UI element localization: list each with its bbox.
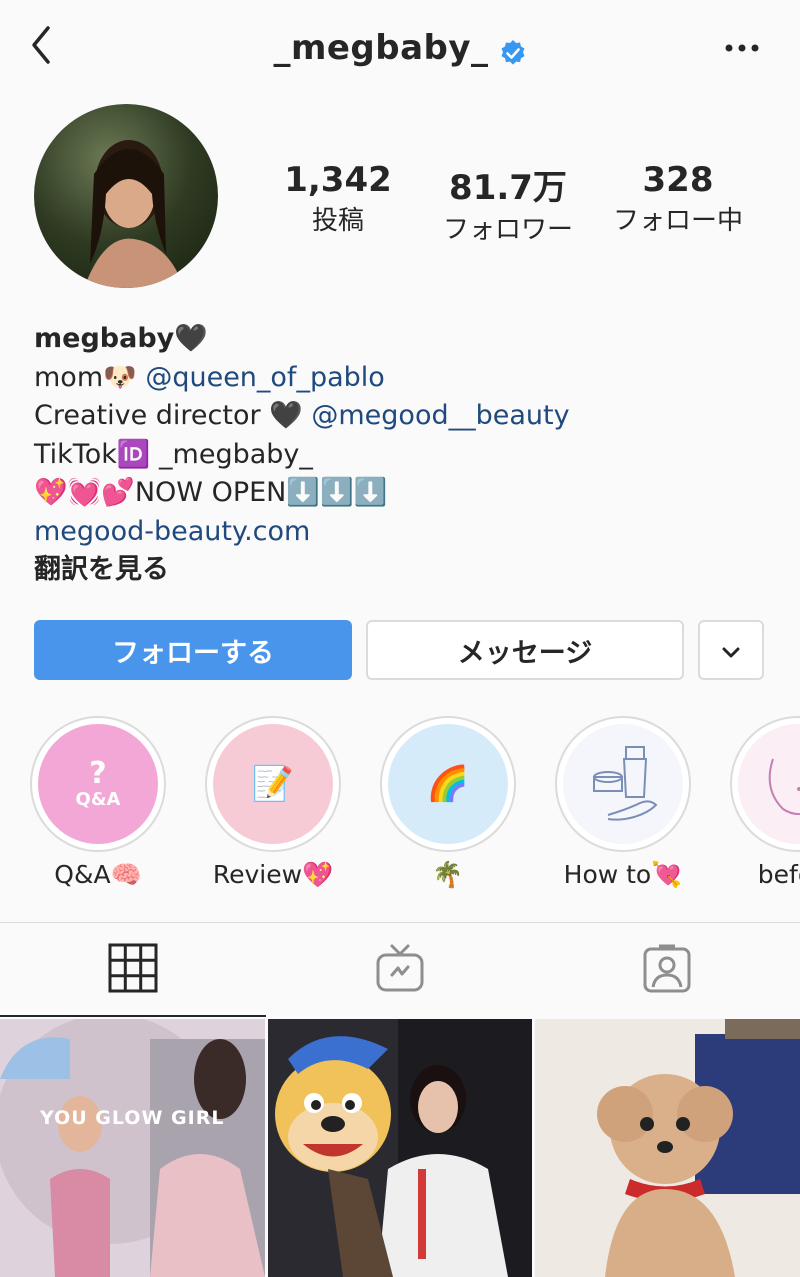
post-thumbnail[interactable]: [535, 1019, 800, 1277]
display-name: megbaby🖤: [34, 323, 208, 354]
bio-line-2-text: Creative director 🖤: [34, 400, 312, 431]
profile-avatar[interactable]: [34, 104, 218, 288]
following-label: フォロー中: [612, 206, 743, 236]
mention-megood-beauty[interactable]: @megood__beauty: [311, 400, 569, 431]
skincare-products-icon: [563, 724, 683, 844]
tab-grid[interactable]: [0, 923, 266, 1017]
bio-line-4: 💖💓💕NOW OPEN⬇️⬇️⬇️: [34, 477, 388, 508]
igtv-icon: [375, 943, 425, 997]
followers-count: 81.7万: [449, 168, 567, 208]
highlight-review[interactable]: 📝 Review💖: [205, 716, 341, 890]
website-link[interactable]: megood-beauty.com: [34, 513, 774, 552]
tab-igtv[interactable]: [267, 923, 533, 1017]
grid-icon: [108, 943, 158, 997]
bio-line-3: TikTok🆔 _megbaby_: [34, 438, 313, 470]
bio-line-1: mom🐶 @queen_of_pablo: [34, 359, 774, 398]
following-stat[interactable]: 328 フォロー中: [598, 160, 758, 237]
highlight-qa-cover-text: Q&A: [75, 788, 121, 810]
highlight-how-to-label: How to💘: [563, 860, 683, 889]
question-mark-icon: ?: [89, 755, 107, 791]
highlight-qa[interactable]: ? Q&A Q&A🧠: [30, 716, 166, 890]
posts-label: 投稿: [311, 206, 364, 236]
post-thumbnail[interactable]: YOU GLOW GIRL: [0, 1019, 265, 1277]
message-button[interactable]: メッセージ: [366, 620, 684, 680]
see-translation-link[interactable]: 翻訳を見る: [34, 551, 774, 590]
post-thumbnail[interactable]: [268, 1019, 532, 1277]
following-count: 328: [642, 160, 714, 200]
chevron-down-icon: [721, 635, 741, 666]
bio-line-1-text: mom🐶: [34, 361, 146, 393]
posts-stat[interactable]: 1,342 投稿: [258, 160, 418, 237]
followers-stat[interactable]: 81.7万 フォロワー: [428, 160, 588, 246]
profile-bio: megbaby🖤 mom🐶 @queen_of_pablo Creative d…: [34, 320, 774, 590]
followers-label: フォロワー: [442, 215, 573, 245]
highlight-palm-label: 🌴: [432, 860, 464, 889]
memo-icon: 📝: [213, 724, 333, 844]
highlight-before[interactable]: before: [730, 716, 800, 889]
highlight-how-to[interactable]: How to💘: [555, 716, 691, 890]
mention-queen-of-pablo[interactable]: @queen_of_pablo: [145, 362, 384, 393]
rainbow-icon: 🌈: [388, 724, 508, 844]
post-overlay-text: YOU GLOW GIRL: [40, 1107, 225, 1129]
follow-button[interactable]: フォローする: [34, 620, 352, 680]
tagged-person-icon: [642, 943, 692, 997]
highlight-review-label: Review💖: [212, 860, 334, 889]
tab-tagged[interactable]: [534, 923, 800, 1017]
username-text: _megbaby_: [273, 28, 489, 68]
verified-badge-icon: [499, 36, 527, 65]
highlight-qa-cover: ? Q&A: [38, 724, 158, 844]
posts-count: 1,342: [284, 160, 392, 200]
profile-tabs: [0, 923, 800, 1017]
highlight-before-label: before: [757, 860, 800, 889]
highlight-palm[interactable]: 🌈 🌴: [380, 716, 516, 890]
highlight-qa-label: Q&A🧠: [54, 860, 142, 889]
profile-stats: 1,342 投稿 81.7万 フォロワー 328 フォロー中: [270, 160, 770, 245]
profile-username: _megbaby_: [0, 28, 800, 68]
face-illustration-icon: [738, 724, 800, 844]
top-bar: _megbaby_: [0, 0, 800, 100]
suggested-accounts-button[interactable]: [698, 620, 764, 680]
posts-grid: YOU GLOW GIRL: [0, 1019, 800, 1277]
bio-line-2: Creative director 🖤 @megood__beauty: [34, 397, 774, 436]
more-options-icon[interactable]: [724, 40, 760, 56]
story-highlights: ? Q&A Q&A🧠 📝 Review💖 🌈 🌴 How to💘 before: [0, 716, 800, 896]
